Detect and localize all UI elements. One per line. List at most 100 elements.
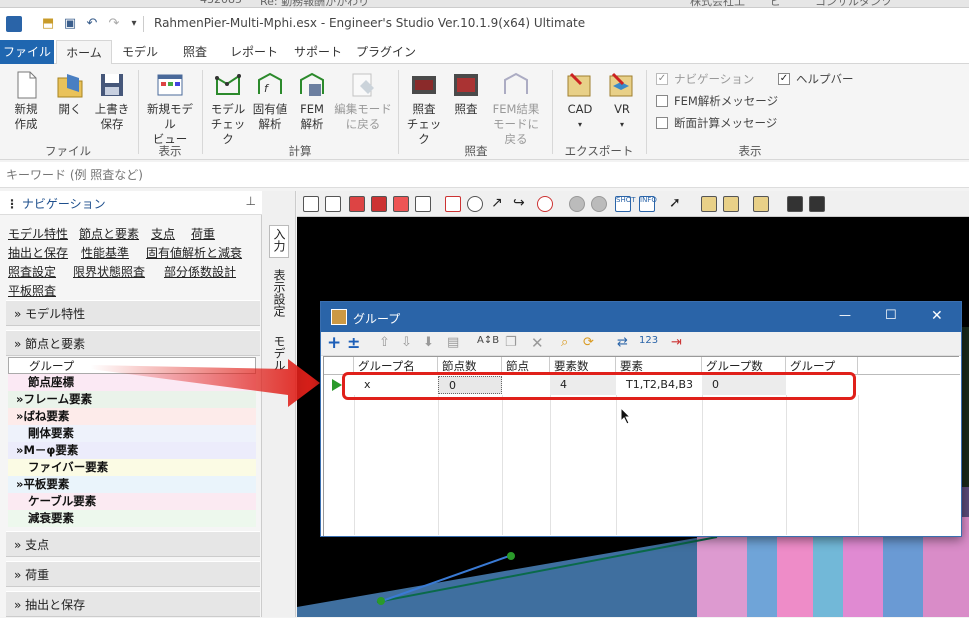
fit-view-icon[interactable] — [303, 196, 319, 212]
button-label: 上書き — [94, 102, 130, 116]
open-button[interactable]: 開く — [50, 70, 90, 117]
nav-link-supports[interactable]: 支点 — [151, 225, 175, 242]
swap-icon[interactable]: ⇄ — [617, 335, 628, 350]
tree-item-rigid[interactable]: 剛体要素 — [8, 425, 256, 442]
find-icon[interactable] — [753, 196, 769, 212]
tree-item-cable[interactable]: ケーブル要素 — [8, 493, 256, 510]
maximize-button[interactable]: ☐ — [885, 308, 897, 323]
renumber-icon[interactable]: 123 — [639, 335, 658, 346]
target-icon[interactable] — [537, 196, 553, 212]
cube-view-1-icon[interactable] — [349, 196, 365, 212]
zoom-window-icon[interactable] — [445, 196, 461, 212]
insert-icon[interactable]: ± — [347, 333, 360, 352]
keyword-search-input[interactable] — [6, 165, 956, 185]
move-down-icon[interactable]: ⇩ — [401, 335, 412, 350]
cube-view-3-icon[interactable] — [393, 196, 409, 212]
tree-item-fiber[interactable]: ファイバー要素 — [8, 459, 256, 476]
export-icon[interactable]: ⇥ — [671, 335, 682, 350]
replace-icon[interactable]: ⟳ — [583, 335, 594, 350]
minimize-button[interactable]: — — [839, 308, 851, 322]
save-button[interactable]: 上書き 保存 — [92, 70, 132, 132]
fem-result-mode-button[interactable]: FEM結果 モードに戻る — [488, 70, 544, 147]
grid-line — [502, 395, 503, 535]
copy-icon[interactable]: ❐ — [505, 335, 517, 350]
section-model-properties[interactable]: » モデル特性 — [6, 300, 260, 326]
verify-check-button[interactable]: 照査 チェック — [404, 70, 444, 147]
tab-home[interactable]: ホーム — [56, 40, 112, 65]
nav-link-verify-settings[interactable]: 照査設定 — [8, 263, 56, 280]
close-button[interactable]: ✕ — [931, 308, 943, 324]
navigation-checkbox[interactable]: ✓ ナビゲーション — [656, 71, 754, 87]
vr-export-button[interactable]: VR ▾ — [602, 70, 642, 132]
wireframe-icon[interactable] — [415, 196, 431, 212]
section-nodes-elements[interactable]: » 節点と要素 — [6, 330, 260, 356]
fem-message-checkbox[interactable]: FEM解析メッセージ — [656, 93, 778, 109]
model-check-button[interactable]: モデル チェック — [206, 70, 250, 147]
nav-link-performance[interactable]: 性能基準 — [81, 244, 129, 261]
move-bottom-icon[interactable]: ⬇ — [423, 335, 434, 350]
search-icon[interactable]: ⌕ — [561, 335, 568, 350]
checkbox-label: ヘルプバー — [796, 72, 854, 86]
nav-link-plate-verify[interactable]: 平板照査 — [8, 282, 56, 299]
camera-settings-icon[interactable] — [809, 196, 825, 212]
open-quick-icon[interactable]: ⬒ — [40, 16, 56, 32]
rotate-icon[interactable]: ↪ — [513, 196, 529, 212]
nav-link-model-properties[interactable]: モデル特性 — [8, 225, 68, 242]
nav-link-eigen-damping[interactable]: 固有値解析と減衰 — [146, 244, 242, 261]
tab-file[interactable]: ファイル — [0, 40, 54, 64]
nav-link-extract-save[interactable]: 抽出と保存 — [8, 244, 68, 261]
back-icon[interactable] — [569, 196, 585, 212]
tab-model[interactable]: モデル — [114, 40, 166, 64]
vtab-input[interactable]: 入力 — [269, 225, 289, 258]
forward-icon[interactable] — [591, 196, 607, 212]
nav-link-limit-state[interactable]: 限界状態照査 — [73, 263, 145, 280]
zoom-out-icon[interactable] — [467, 196, 483, 212]
move-up-icon[interactable]: ⇧ — [379, 335, 390, 350]
checkbox-label: 断面計算メッセージ — [674, 116, 778, 130]
tab-plugin[interactable]: プラグイン — [356, 40, 416, 64]
fem-analysis-icon — [297, 70, 327, 100]
section-loads[interactable]: » 荷重 — [6, 561, 260, 587]
select-pointer-icon[interactable]: ➚ — [669, 196, 685, 212]
tab-report[interactable]: レポート — [226, 40, 282, 64]
section-supports[interactable]: » 支点 — [6, 531, 260, 557]
select-arrow-icon[interactable] — [723, 196, 739, 212]
zoom-extent-icon[interactable] — [325, 196, 341, 212]
tab-verify[interactable]: 照査 — [172, 40, 218, 64]
pin-icon[interactable]: ⊥ — [246, 194, 256, 208]
highlight-arrow — [90, 359, 320, 407]
delete-icon[interactable]: ✕ — [531, 334, 544, 352]
tree-item-plate[interactable]: »平板要素 — [8, 476, 256, 493]
shot-icon[interactable]: SHOT — [615, 196, 636, 212]
new-model-view-icon — [155, 70, 185, 100]
undo-icon[interactable]: ↶ — [84, 16, 100, 32]
new-model-view-button[interactable]: 新規モデル ビュー — [142, 70, 198, 147]
section-extract-save[interactable]: » 抽出と保存 — [6, 591, 260, 617]
paste-icon[interactable]: ▤ — [447, 335, 459, 350]
tree-item-m-phi[interactable]: »M－φ要素 — [8, 442, 256, 459]
vtab-display-settings[interactable]: 表示設定 — [269, 269, 289, 320]
verify-button[interactable]: 照査 — [446, 70, 486, 117]
pan-arrow-icon[interactable]: ↗ — [491, 196, 507, 212]
helpbar-checkbox[interactable]: ✓ ヘルプバー — [778, 71, 854, 87]
sort-icon[interactable]: A↕B — [477, 335, 499, 346]
redo-icon[interactable]: ↷ — [106, 16, 122, 32]
section-message-checkbox[interactable]: 断面計算メッセージ — [656, 115, 777, 131]
nav-link-loads[interactable]: 荷重 — [191, 225, 215, 242]
cad-export-button[interactable]: CAD ▾ — [560, 70, 600, 132]
nav-link-nodes-elements[interactable]: 節点と要素 — [79, 225, 139, 242]
add-icon[interactable]: + — [327, 333, 341, 353]
edit-mode-button[interactable]: 編集モード に戻る — [334, 70, 392, 132]
customize-quick-access-icon[interactable]: ▾ — [126, 16, 142, 32]
new-file-button[interactable]: 新規 作成 — [6, 70, 46, 132]
info-icon[interactable]: INFO — [639, 196, 657, 212]
select-box-icon[interactable] — [701, 196, 717, 212]
save-quick-icon[interactable]: ▣ — [62, 16, 78, 32]
eigenvalue-button[interactable]: f 固有値 解析 — [250, 70, 290, 132]
tab-support[interactable]: サポート — [290, 40, 346, 64]
fem-analysis-button[interactable]: FEM 解析 — [292, 70, 332, 132]
camera-icon[interactable] — [787, 196, 803, 212]
tree-item-damper[interactable]: 減衰要素 — [8, 510, 256, 527]
cube-view-2-icon[interactable] — [371, 196, 387, 212]
nav-link-partial-factor[interactable]: 部分係数設計 — [164, 263, 236, 280]
